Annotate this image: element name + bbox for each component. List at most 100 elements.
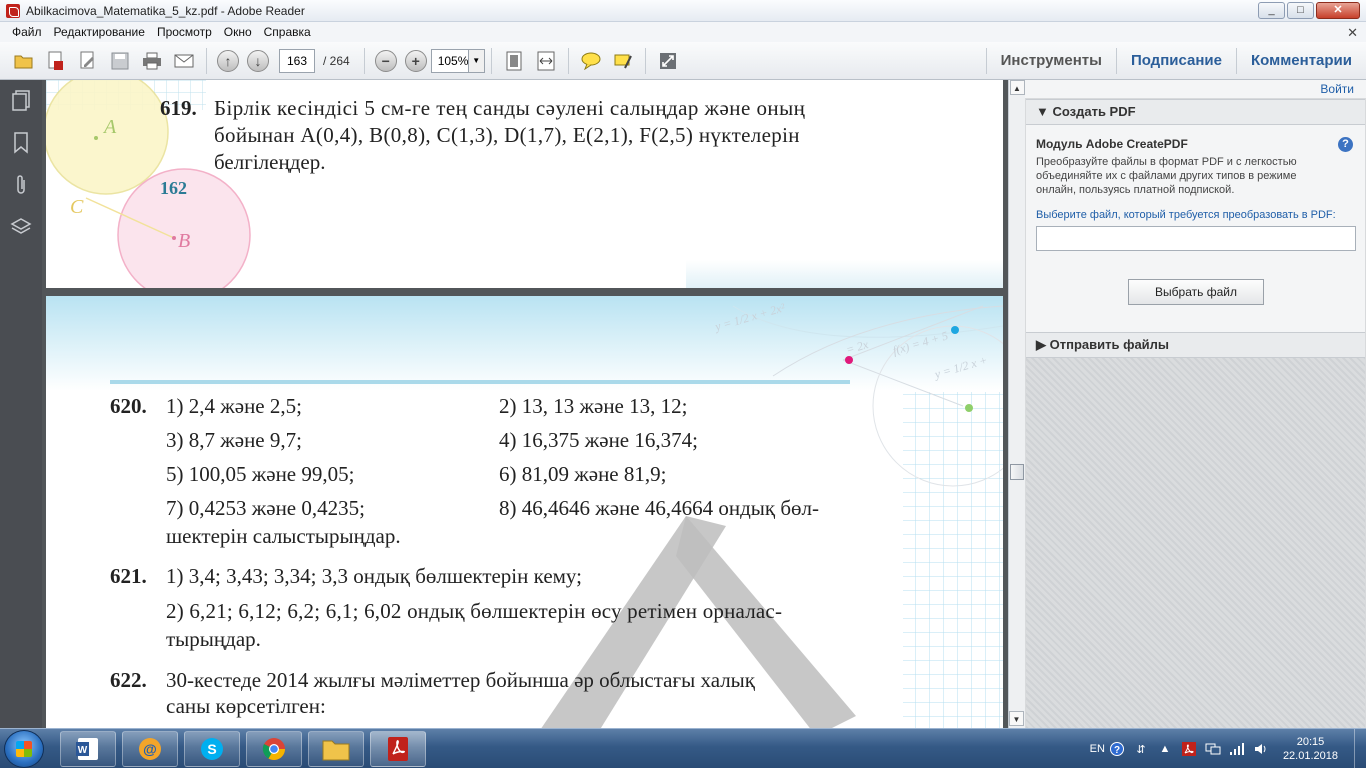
previous-page-button[interactable]: ↑ <box>217 49 239 72</box>
zoom-select[interactable]: 105% ▼ <box>430 48 485 73</box>
close-document-icon[interactable]: ✕ <box>1347 25 1358 41</box>
menu-file[interactable]: Файл <box>6 25 48 39</box>
chrome-taskbar-icon[interactable] <box>246 731 302 767</box>
menu-view[interactable]: Просмотр <box>151 25 218 39</box>
chevron-down-icon[interactable]: ▼ <box>467 49 484 72</box>
exercise-620-number: 620. <box>110 394 147 418</box>
figure-label-a: A <box>104 116 117 138</box>
help-tray-icon[interactable]: ? <box>1109 741 1125 757</box>
adobe-tray-icon[interactable] <box>1181 741 1197 757</box>
language-indicator[interactable]: EN <box>1090 743 1105 755</box>
triangle-right-icon: ▶ <box>1036 337 1050 352</box>
print-icon[interactable] <box>139 48 165 74</box>
send-files-header[interactable]: ▶ Отправить файлы <box>1026 332 1365 358</box>
exercise-620-item: 1) 2,4 және 2,5; <box>166 394 302 418</box>
email-icon[interactable] <box>171 48 197 74</box>
highlight-icon[interactable] <box>610 48 636 74</box>
fit-page-icon[interactable] <box>501 48 527 74</box>
page-thumbnails-icon[interactable] <box>0 80 42 122</box>
system-tray: EN ? ⇵ ▲ 20:15 22.01.2018 <box>1090 729 1366 768</box>
comment-icon[interactable] <box>578 48 604 74</box>
navigation-pane <box>0 80 42 728</box>
exercise-622-line: 30-кестеде 2014 жылғы мәліметтер бойынша… <box>166 668 755 692</box>
exercise-619-line: Бірлік кесіндісі 5 см-ге тең санды сәуле… <box>214 96 806 120</box>
document-scrollbar[interactable]: ▲ ▼ <box>1008 80 1025 728</box>
bookmarks-icon[interactable] <box>0 122 42 164</box>
show-hidden-icons-icon[interactable]: ▲ <box>1157 741 1173 757</box>
module-title: Модуль Adobe CreatePDF <box>1036 137 1188 151</box>
attachments-icon[interactable] <box>0 164 42 206</box>
menu-help[interactable]: Справка <box>258 25 317 39</box>
exercise-620-item: 2) 13, 13 және 13, 12; <box>499 394 688 418</box>
pdf-page-162: A C B 162 619. Бірлік кесіндісі 5 см-ге … <box>46 80 1003 288</box>
open-folder-icon[interactable] <box>11 48 37 74</box>
adobe-reader-icon <box>6 3 20 18</box>
scroll-thumb[interactable] <box>1010 464 1024 480</box>
show-desktop-button[interactable] <box>1354 729 1366 768</box>
page-number-input[interactable]: 163 <box>279 48 315 73</box>
toolbar: ↑ ↓ 163 / 264 − + 105% ▼ Инструменты Под… <box>0 42 1366 80</box>
save-icon[interactable] <box>107 48 133 74</box>
tab-sign[interactable]: Подписание <box>1117 42 1236 80</box>
document-view[interactable]: A C B 162 619. Бірлік кесіндісі 5 см-ге … <box>42 80 1008 728</box>
zoom-in-button[interactable]: + <box>404 49 427 72</box>
toolbar-separator <box>490 47 492 74</box>
edit-pdf-icon[interactable] <box>75 48 101 74</box>
start-button[interactable] <box>4 730 44 768</box>
exercise-622-number: 622. <box>110 668 147 692</box>
svg-text:W: W <box>78 745 88 756</box>
word-taskbar-icon[interactable]: W <box>60 731 116 767</box>
exercise-621-number: 621. <box>110 564 147 588</box>
exercise-620-item: 7) 0,4253 және 0,4235; <box>166 496 365 520</box>
menu-window[interactable]: Окно <box>218 25 258 39</box>
close-button[interactable]: ✕ <box>1316 2 1360 19</box>
adobe-reader-taskbar-icon[interactable] <box>370 731 426 767</box>
full-screen-icon[interactable] <box>655 48 681 74</box>
choose-file-button[interactable]: Выбрать файл <box>1128 279 1264 305</box>
create-pdf-header[interactable]: ▼ Создать PDF <box>1026 99 1365 125</box>
clock[interactable]: 20:15 22.01.2018 <box>1283 735 1338 763</box>
layers-icon[interactable] <box>0 206 42 248</box>
tab-comments[interactable]: Комментарии <box>1237 42 1366 80</box>
network-icon[interactable] <box>1205 741 1221 757</box>
create-pdf-title: Создать PDF <box>1052 104 1136 119</box>
svg-text:?: ? <box>1114 745 1120 756</box>
volume-icon[interactable] <box>1253 741 1269 757</box>
menu-edit[interactable]: Редактирование <box>48 25 151 39</box>
tray-arrows-icon[interactable]: ⇵ <box>1133 741 1149 757</box>
fit-width-icon[interactable] <box>533 48 559 74</box>
tab-tools[interactable]: Инструменты <box>987 42 1116 80</box>
maximize-button[interactable]: □ <box>1287 2 1314 19</box>
clock-date: 22.01.2018 <box>1282 750 1338 762</box>
help-icon[interactable]: ? <box>1338 137 1353 152</box>
zoom-out-button[interactable]: − <box>374 49 397 72</box>
send-files-title: Отправить файлы <box>1049 337 1170 352</box>
explorer-taskbar-icon[interactable] <box>308 731 364 767</box>
signal-icon[interactable] <box>1229 741 1245 757</box>
minimize-button[interactable]: _ <box>1258 2 1285 19</box>
module-description: Преобразуйте файлы в формат PDF и с легк… <box>1036 156 1297 196</box>
create-pdf-icon[interactable] <box>43 48 69 74</box>
scroll-down-icon[interactable]: ▼ <box>1009 711 1024 726</box>
create-pdf-panel: Модуль Adobe CreatePDF ? Преобразуйте фа… <box>1026 125 1365 333</box>
next-page-button[interactable]: ↓ <box>247 49 269 72</box>
select-file-label: Выберите файл, который требуется преобра… <box>1036 209 1336 221</box>
toolbar-separator <box>567 47 569 74</box>
exercise-620-item: 8) 46,4646 және 46,4664 ондық бөл- <box>499 496 820 520</box>
mail-agent-taskbar-icon[interactable]: @ <box>122 731 178 767</box>
exercise-621-line: тырыңдар. <box>166 627 261 651</box>
menu-bar: Файл Редактирование Просмотр Окно Справк… <box>0 22 1366 42</box>
skype-taskbar-icon[interactable]: S <box>184 731 240 767</box>
toolbar-separator <box>644 47 646 74</box>
scroll-up-icon[interactable]: ▲ <box>1009 80 1025 95</box>
exercise-619-line: белгілеңдер. <box>214 150 326 174</box>
figure-label-c: C <box>70 196 84 218</box>
exercise-621-line: 1) 3,4; 3,43; 3,34; 3,3 ондық бөлшектері… <box>166 564 582 588</box>
zoom-value: 105% <box>437 53 469 68</box>
taskbar: W @ S EN ? ⇵ ▲ 20:15 22.01.2018 <box>0 728 1366 768</box>
file-path-input[interactable] <box>1036 226 1356 251</box>
svg-text:@: @ <box>143 741 157 757</box>
window-title: Abilkacimova_Matematika_5_kz.pdf - Adobe… <box>26 3 305 18</box>
login-link[interactable]: Войти <box>1025 80 1366 98</box>
title-bar: Abilkacimova_Matematika_5_kz.pdf - Adobe… <box>0 0 1366 22</box>
